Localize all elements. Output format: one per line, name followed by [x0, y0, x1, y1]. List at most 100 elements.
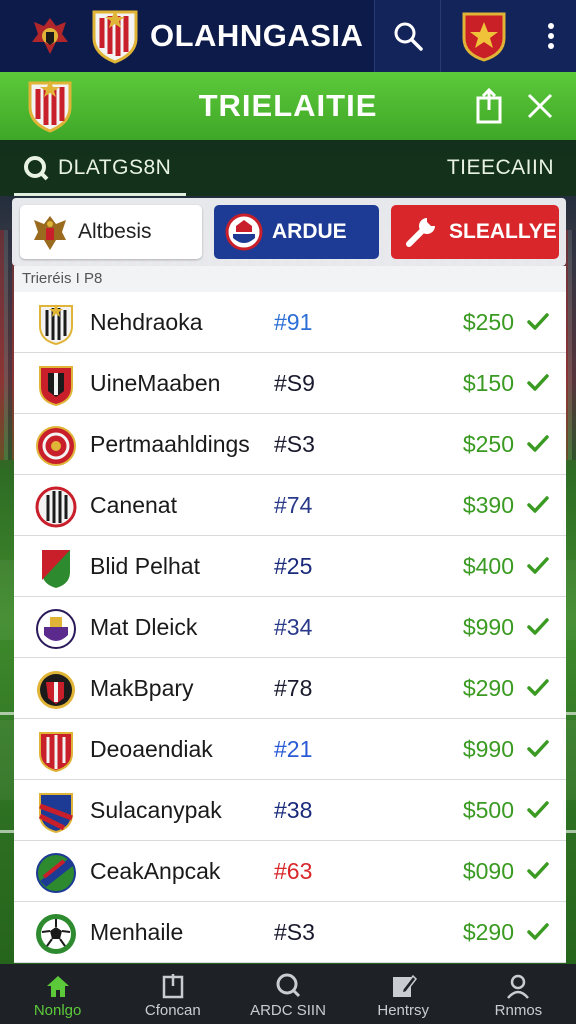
club-logo-icon: [34, 851, 78, 895]
filter-chip-ardue[interactable]: ARDUE: [214, 205, 379, 259]
list-rows: Nehdraoka #91 $250 UineMaaben #S9 $150 Pertmaa…: [14, 292, 566, 963]
top-app-bar: OLAHNGASIA: [0, 0, 576, 72]
club-logo-icon: [34, 485, 78, 529]
list-item[interactable]: Deoaendiak #21 $990: [14, 719, 566, 780]
chip-label: Altbesis: [78, 220, 152, 243]
list-item[interactable]: CeakAnpcak #63 $090: [14, 841, 566, 902]
item-name: Deoaendiak: [90, 736, 213, 762]
nav-label: Rnmos: [494, 1002, 543, 1019]
player-list: Trieréis I P8 Nehdraoka #91 $250 UineMaaben…: [14, 266, 566, 963]
item-number: #38: [274, 797, 313, 823]
item-name: Mat Dleick: [90, 614, 198, 640]
edit-icon: [393, 974, 418, 997]
item-price: $500: [462, 797, 514, 823]
list-item[interactable]: Sulacanypak #38 $500: [14, 780, 566, 841]
close-button[interactable]: [520, 86, 560, 126]
more-options-button[interactable]: [526, 0, 576, 72]
item-number: #63: [274, 858, 313, 884]
more-vert-icon: [548, 19, 554, 53]
club-crest-icon: [22, 8, 78, 64]
check-icon[interactable]: [526, 310, 550, 334]
item-name: Menhaile: [90, 919, 184, 945]
check-icon[interactable]: [526, 676, 550, 700]
item-number: #S3: [274, 919, 315, 945]
club-logo-icon: [34, 729, 78, 773]
search-icon: [394, 22, 423, 51]
check-icon[interactable]: [526, 798, 550, 822]
club-logo-icon: [34, 363, 78, 407]
club-badge-icon: [225, 213, 263, 251]
close-icon: [527, 93, 553, 119]
nav-item-search[interactable]: ARDC SIIN: [230, 964, 345, 1024]
club-logo-icon: [34, 302, 78, 346]
shield-crest-icon[interactable]: [90, 8, 140, 64]
profile-icon: [507, 974, 530, 999]
item-price: $150: [462, 370, 514, 396]
sub-tab-bar: DLATGS8N TIEECAIIN: [0, 140, 576, 196]
item-price: $400: [462, 553, 514, 579]
club-logo-icon: [34, 668, 78, 712]
list-item[interactable]: Mat Dleick #34 $990: [14, 597, 566, 658]
search-icon: [276, 973, 301, 998]
list-item[interactable]: MakBpary #78 $290: [14, 658, 566, 719]
item-price: $250: [462, 309, 514, 335]
home-icon: [46, 976, 69, 997]
check-icon[interactable]: [526, 859, 550, 883]
list-item[interactable]: UineMaaben #S9 $150: [14, 353, 566, 414]
club-logo-icon: [34, 912, 78, 956]
item-name: Blid Pelhat: [90, 553, 200, 579]
club-logo-icon: [34, 424, 78, 468]
list-item[interactable]: Canenat #74 $390: [14, 475, 566, 536]
club-badge-icon: [462, 12, 505, 62]
clipboard-icon: [162, 974, 184, 999]
active-tab-indicator: [14, 193, 186, 196]
item-number: #74: [274, 492, 313, 518]
item-price: $990: [462, 614, 514, 640]
nav-item-history[interactable]: Hentrsy: [346, 964, 461, 1024]
item-number: #S3: [274, 431, 315, 457]
share-button[interactable]: [472, 87, 506, 124]
chip-label: ARDUE: [272, 220, 347, 243]
list-item[interactable]: Blid Pelhat #25 $400: [14, 536, 566, 597]
item-price: $990: [462, 736, 514, 762]
bottom-navigation: Nonlgo Cfoncan ARDC SIIN Hentrsy Rnmos: [0, 964, 576, 1024]
filter-chip-slealye[interactable]: SLEALLYE: [391, 205, 559, 259]
item-number: #21: [274, 736, 313, 762]
item-number: #S9: [274, 370, 315, 396]
item-name: Pertmaahldings: [90, 431, 250, 457]
club-logo-icon: [34, 790, 78, 834]
list-item[interactable]: Nehdraoka #91 $250: [14, 292, 566, 353]
item-name: UineMaaben: [90, 370, 221, 396]
list-item[interactable]: Pertmaahldings #S3 $250: [14, 414, 566, 475]
item-price: $290: [462, 675, 514, 701]
item-number: #34: [274, 614, 313, 640]
check-icon[interactable]: [526, 737, 550, 761]
nav-label: Nonlgo: [33, 1002, 82, 1019]
item-price: $390: [462, 492, 514, 518]
search-icon: [24, 156, 49, 181]
tab-right[interactable]: TIEECAIIN: [447, 156, 554, 180]
nav-label: Hentrsy: [377, 1002, 430, 1019]
item-number: #25: [274, 553, 313, 579]
club-badge-button[interactable]: [440, 0, 526, 72]
filter-chip-altbesis[interactable]: Altbesis: [20, 205, 202, 259]
search-button[interactable]: [374, 0, 440, 72]
check-icon[interactable]: [526, 554, 550, 578]
nav-item-profile[interactable]: Rnmos: [461, 964, 576, 1024]
item-name: Nehdraoka: [90, 309, 203, 335]
search-tab[interactable]: DLATGS8N: [22, 154, 171, 182]
list-item[interactable]: Menhaile #S3 $290: [14, 902, 566, 963]
check-icon[interactable]: [526, 493, 550, 517]
nav-item-clipboard[interactable]: Cfoncan: [115, 964, 230, 1024]
item-name: MakBpary: [90, 675, 194, 701]
nav-label: ARDC SIIN: [250, 1002, 326, 1019]
check-icon[interactable]: [526, 371, 550, 395]
check-icon[interactable]: [526, 615, 550, 639]
list-caption: Trieréis I P8: [22, 270, 103, 287]
nav-item-home[interactable]: Nonlgo: [0, 964, 115, 1024]
item-name: Canenat: [90, 492, 177, 518]
item-price: $250: [462, 431, 514, 457]
item-name: CeakAnpcak: [90, 858, 221, 884]
check-icon[interactable]: [526, 432, 550, 456]
check-icon[interactable]: [526, 920, 550, 944]
